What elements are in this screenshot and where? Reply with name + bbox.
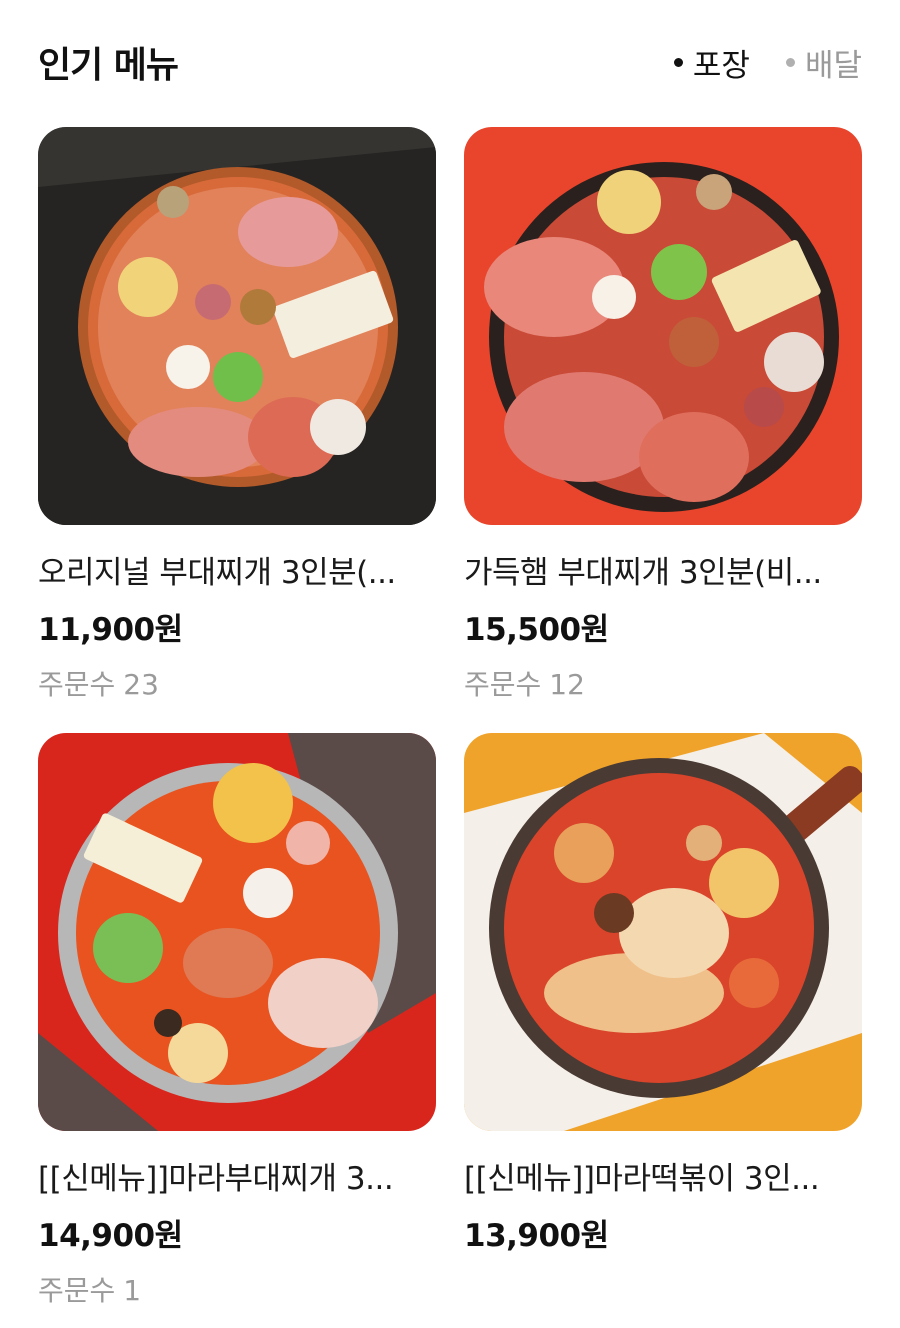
menu-name: [[신메뉴]]마라부대찌개 3...	[38, 1161, 394, 1197]
menu-card-4[interactable]: [[신메뉴]]마라떡볶이 3인... 13,900원	[464, 733, 862, 1255]
active-dot-icon	[673, 57, 683, 67]
order-count: 주문수 12	[464, 663, 862, 703]
menu-card-3[interactable]: [[신메뉴]]마라부대찌개 3... 14,900원 주문수 1	[38, 733, 436, 1309]
menu-name: 가득햄 부대찌개 3인분(비...	[464, 555, 822, 591]
menu-price: 13,900원	[464, 1218, 609, 1254]
filter-delivery-label: 배달	[804, 47, 862, 84]
order-count: 주문수 23	[38, 663, 436, 703]
menu-image-3	[38, 733, 436, 1131]
order-count-label: 주문수	[38, 1274, 116, 1307]
filter-delivery[interactable]: 배달	[785, 40, 862, 85]
order-count-label: 주문수	[464, 668, 542, 701]
menu-price: 15,500원	[464, 612, 609, 648]
section-title: 인기 메뉴	[38, 45, 179, 86]
menu-name: 오리지널 부대찌개 3인분(...	[38, 555, 396, 591]
menu-price: 14,900원	[38, 1218, 183, 1254]
order-count: 주문수 1	[38, 1269, 436, 1309]
order-type-filters: 포장 배달	[673, 40, 862, 85]
filter-takeout-label: 포장	[692, 47, 750, 84]
order-count-value: 12	[549, 668, 585, 701]
menu-price: 11,900원	[38, 612, 183, 648]
order-count-value: 1	[123, 1274, 142, 1307]
menu-name: [[신메뉴]]마라떡볶이 3인...	[464, 1161, 820, 1197]
popular-menu-header: 인기 메뉴 포장 배달	[38, 30, 862, 94]
menu-image-4	[464, 733, 862, 1131]
order-count-value: 23	[123, 668, 159, 701]
menu-image-2	[464, 127, 862, 525]
menu-card-2[interactable]: 가득햄 부대찌개 3인분(비... 15,500원 주문수 12	[464, 127, 862, 703]
menu-card-1[interactable]: 오리지널 부대찌개 3인분(... 11,900원 주문수 23	[38, 127, 436, 703]
inactive-dot-icon	[785, 57, 795, 67]
order-count-label: 주문수	[38, 668, 116, 701]
menu-image-1	[38, 127, 436, 525]
filter-takeout[interactable]: 포장	[673, 40, 750, 85]
